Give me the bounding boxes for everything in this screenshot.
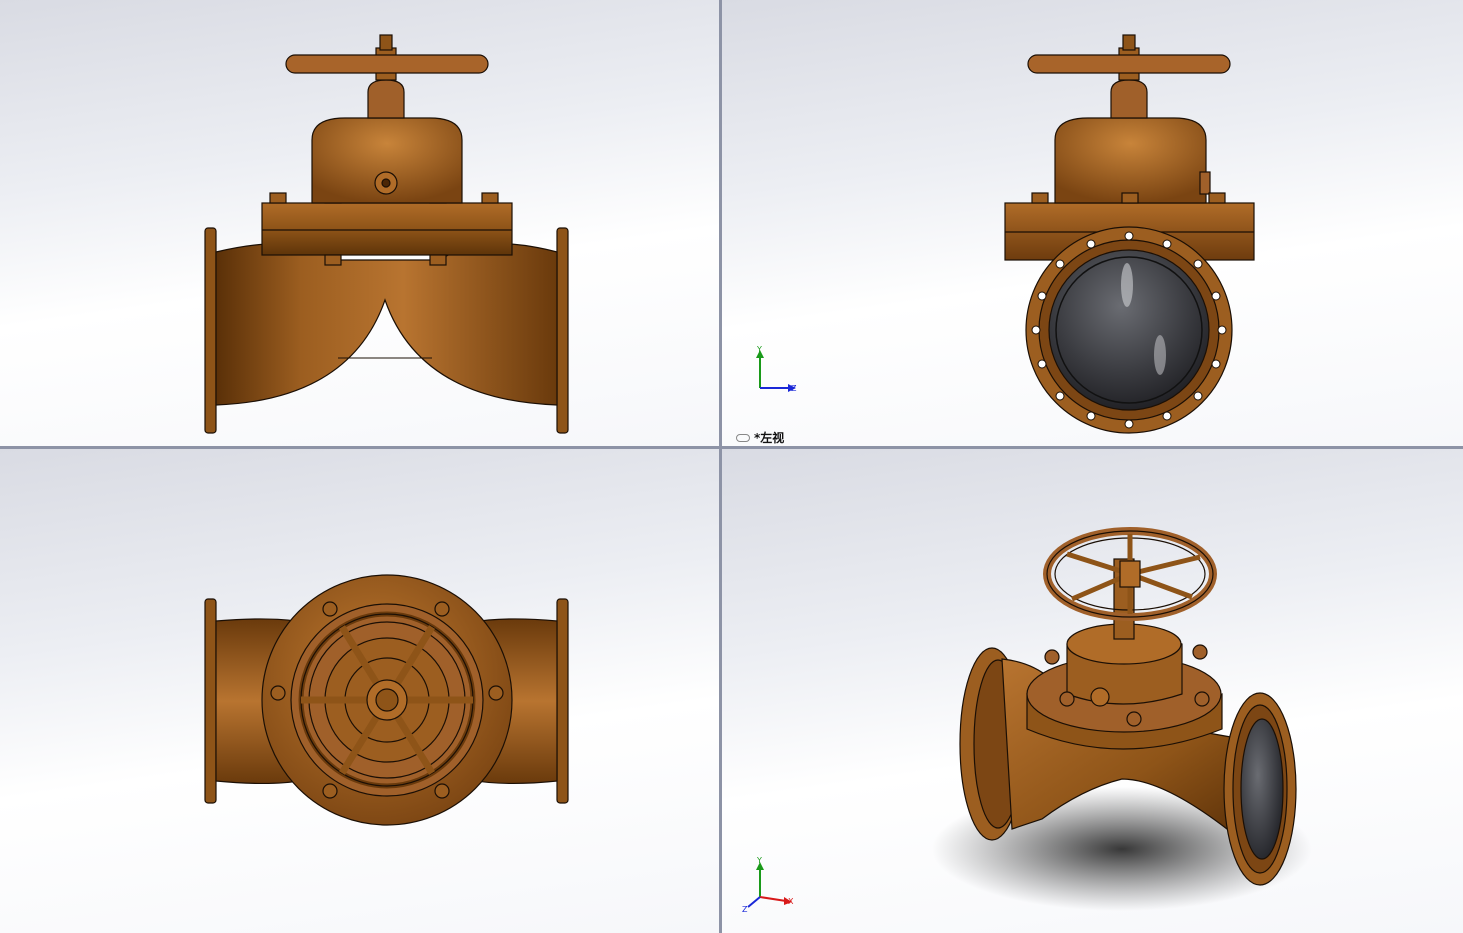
- front-view-model[interactable]: [0, 0, 719, 446]
- triad-z-label: Z: [791, 384, 797, 393]
- triad-iso: Y X Z: [742, 856, 794, 914]
- triad-y-label: Y: [756, 345, 762, 354]
- viewport-grid[interactable]: Y Z *左视 Y X Z: [0, 0, 1463, 933]
- horizontal-splitter[interactable]: [0, 446, 1463, 449]
- triad-left: Y Z: [756, 345, 797, 393]
- vertical-splitter[interactable]: [719, 0, 722, 933]
- triad-y-label: Y: [756, 856, 762, 865]
- top-view-model[interactable]: [0, 449, 719, 933]
- top-view-pane[interactable]: [0, 449, 719, 933]
- triad-x-label: X: [788, 897, 794, 906]
- left-view-pane[interactable]: Y Z *左视: [722, 0, 1463, 446]
- front-view-pane[interactable]: [0, 0, 719, 446]
- view-orientation-label[interactable]: *左视: [736, 429, 784, 446]
- triad-z-label: Z: [742, 905, 748, 914]
- isometric-view-pane[interactable]: Y X Z: [722, 449, 1463, 933]
- view-name-text: *左视: [754, 431, 785, 445]
- isometric-view-model[interactable]: Y X Z: [722, 449, 1463, 933]
- left-view-model[interactable]: Y Z: [722, 0, 1463, 446]
- link-view-icon[interactable]: [736, 433, 750, 442]
